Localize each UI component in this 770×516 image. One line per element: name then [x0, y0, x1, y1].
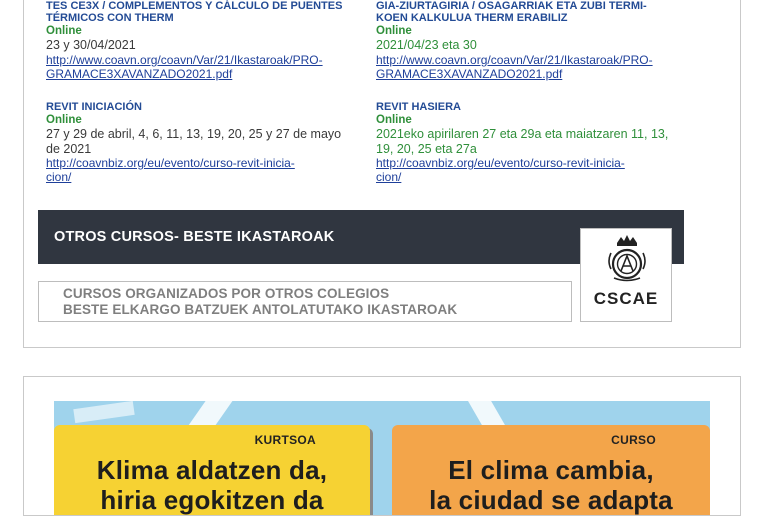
course-left-2: REVIT INICIACIÓN Online 27 y 29 de abril… [46, 101, 351, 184]
course-link[interactable]: http://www.coavn.org/coavn/Var/21/Ikasta… [376, 53, 681, 81]
logo-text: CSCAE [593, 289, 659, 308]
course-link-line: cion/ [46, 170, 72, 184]
course-date-line: 2021eko apirilaren 27 eta 29a eta maiatz… [376, 127, 669, 141]
course-title: TES CE3X / COMPLEMENTOS Y CÁLCULO DE PUE… [46, 0, 351, 24]
course-title: REVIT INICIACIÓN [46, 101, 351, 113]
course-link-line: cion/ [376, 170, 402, 184]
climate-course-poster: KURTSOA Klima aldatzen da, hiria egokitz… [54, 401, 710, 515]
course-right-1: GIA-ZIURTAGIRIA / OSAGARRIAK ETA ZUBI TE… [376, 0, 681, 81]
course-title-line: REVIT INICIACIÓN [46, 101, 142, 113]
course-link-line: GRAMACE3XAVANZADO2021.pdf [376, 66, 563, 81]
course-title-line: REVIT HASIERA [376, 101, 461, 113]
course-link[interactable]: http://coavnbiz.org/eu/evento/curso-revi… [376, 156, 681, 184]
subtitle-eu: BESTE ELKARGO BATZUEK ANTOLATUTAKO IKAST… [63, 302, 458, 317]
panel-tag: CURSO [611, 433, 656, 447]
course-date-line: 27 y 29 de abril, 4, 6, 11, 13, 19, 20, … [46, 127, 342, 141]
course-link[interactable]: http://coavnbiz.org/eu/evento/curso-revi… [46, 156, 351, 184]
course-link[interactable]: http://www.coavn.org/coavn/Var/21/Ikasta… [46, 53, 351, 81]
course-right-2: REVIT HASIERA Online 2021eko apirilaren … [376, 101, 681, 184]
course-date: 2021/04/23 eta 30 [376, 38, 477, 52]
course-date-line: 19, 20, 25 eta 27a [376, 141, 477, 156]
decor-stripe [73, 401, 135, 424]
course-title-line: TES CE3X / COMPLEMENTOS Y CÁLCULO DE PUE… [46, 0, 343, 12]
basque-panel: KURTSOA Klima aldatzen da, hiria egokitz… [54, 425, 370, 515]
crest-icon [608, 235, 646, 282]
course-link-line: http://www.coavn.org/coavn/Var/21/Ikasta… [376, 52, 653, 67]
course-mode: Online [46, 25, 82, 37]
banner-title: OTROS CURSOS- BESTE IKASTAROAK [54, 229, 335, 245]
panel-headline: la ciudad se adapta [429, 485, 673, 515]
subtitle-es: CURSOS ORGANIZADOS POR OTROS COLEGIOS [63, 286, 390, 301]
cscae-logo: CSCAE [580, 228, 672, 322]
course-link-line: http://coavnbiz.org/eu/evento/curso-revi… [46, 156, 295, 170]
spanish-panel: CURSO El clima cambia, la ciudad se adap… [392, 425, 710, 515]
course-date-line: de 2021 [46, 141, 92, 156]
other-courses-subtitle-box: CURSOS ORGANIZADOS POR OTROS COLEGIOS BE… [38, 281, 572, 322]
panel-headline: Klima aldatzen da, [96, 455, 328, 485]
course-mode: Online [376, 25, 412, 37]
course-title: REVIT HASIERA [376, 101, 681, 113]
course-mode: Online [46, 114, 82, 126]
promo-card: KURTSOA Klima aldatzen da, hiria egokitz… [23, 376, 741, 516]
course-title-line: GIA-ZIURTAGIRIA / OSAGARRIAK ETA ZUBI TE… [376, 0, 647, 12]
course-date: 27 y 29 de abril, 4, 6, 11, 13, 19, 20, … [46, 127, 351, 156]
course-date: 2021eko apirilaren 27 eta 29a eta maiatz… [376, 127, 681, 156]
panel-tag: KURTSOA [254, 433, 316, 447]
course-link-line: http://www.coavn.org/coavn/Var/21/Ikasta… [46, 52, 323, 67]
course-mode: Online [376, 114, 412, 126]
course-title-line: KOEN KALKULUA THERM ERABILIZ [376, 12, 568, 24]
course-title-line: TÉRMICOS CON THERM [46, 12, 174, 24]
course-title: GIA-ZIURTAGIRIA / OSAGARRIAK ETA ZUBI TE… [376, 0, 681, 24]
course-left-1: TES CE3X / COMPLEMENTOS Y CÁLCULO DE PUE… [46, 0, 351, 81]
course-link-line: http://coavnbiz.org/eu/evento/curso-revi… [376, 156, 625, 170]
panel-headline: El clima cambia, [448, 455, 654, 485]
course-date: 23 y 30/04/2021 [46, 38, 136, 52]
panel-headline: hiria egokitzen da [100, 485, 324, 515]
course-link-line: GRAMACE3XAVANZADO2021.pdf [46, 66, 233, 81]
